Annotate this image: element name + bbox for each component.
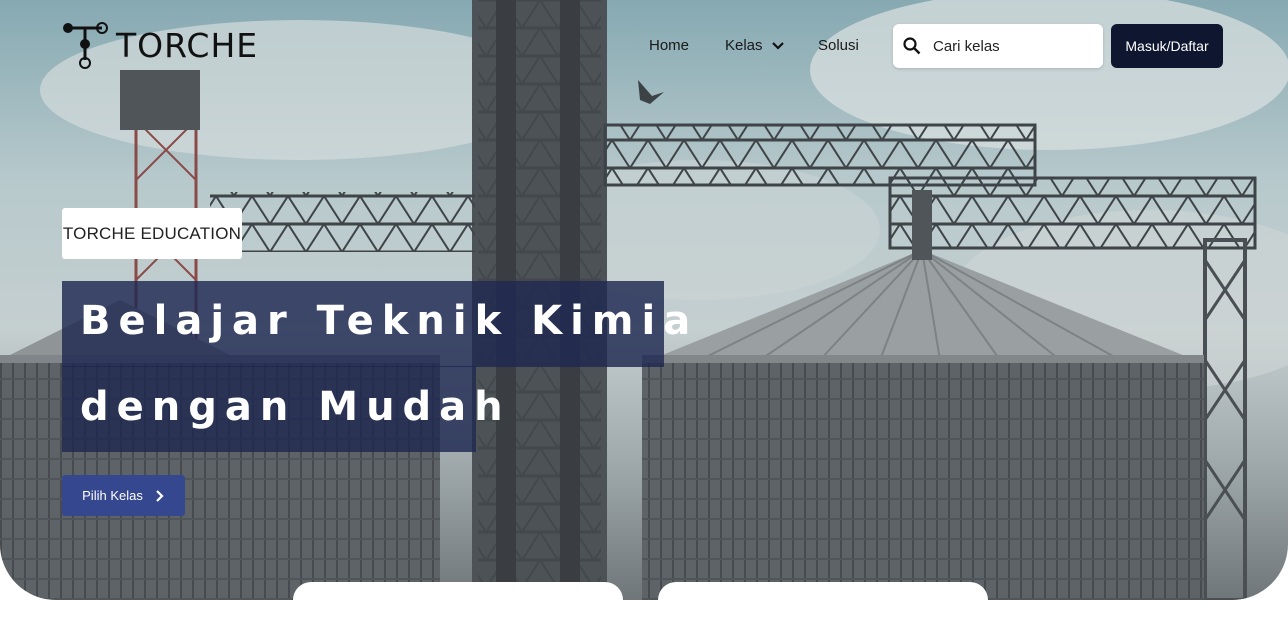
- hero-tag: TORCHE EDUCATION: [62, 208, 242, 259]
- search-box[interactable]: [893, 24, 1103, 68]
- search-input[interactable]: [931, 36, 1095, 56]
- nav-solusi-link[interactable]: Solusi: [818, 37, 859, 54]
- feature-card-1[interactable]: [293, 582, 623, 622]
- chevron-right-icon: [156, 489, 164, 502]
- nav-kelas-dropdown[interactable]: Kelas: [725, 37, 785, 54]
- nav-home-link[interactable]: Home: [649, 37, 689, 54]
- hero-headline-line2: dengan Mudah: [80, 384, 511, 430]
- torche-logo-icon: [63, 22, 108, 69]
- pilih-kelas-label: Pilih Kelas: [82, 488, 143, 503]
- brand-name: TORCHE: [116, 25, 259, 65]
- login-register-button[interactable]: Masuk/Daftar: [1111, 24, 1223, 68]
- search-icon: [903, 37, 921, 55]
- hero-headline-line1: Belajar Teknik Kimia: [80, 298, 699, 344]
- feature-card-2[interactable]: [658, 582, 988, 622]
- chevron-down-icon: [771, 41, 784, 50]
- nav-kelas-label: Kelas: [725, 37, 763, 54]
- brand-logo[interactable]: TORCHE: [62, 20, 258, 70]
- pilih-kelas-button[interactable]: Pilih Kelas: [62, 475, 185, 516]
